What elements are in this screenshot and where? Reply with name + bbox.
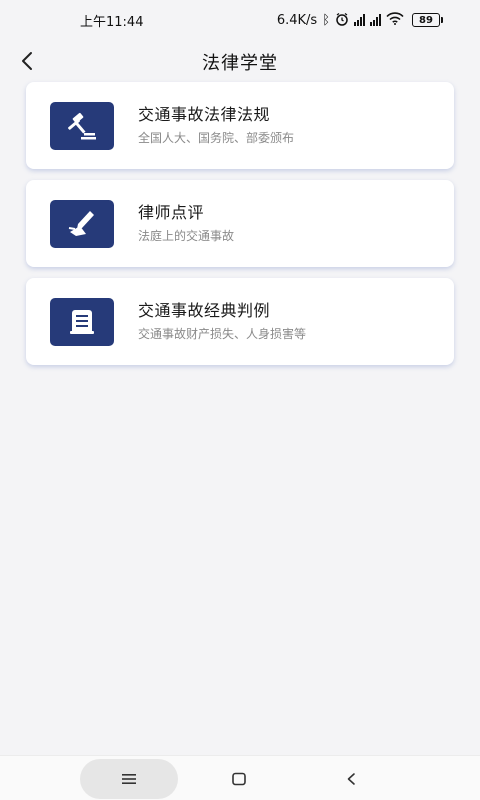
cell-signal-2-icon [370,14,381,26]
menu-icon [122,774,136,784]
card-title: 交通事故经典判例 [138,301,271,320]
card-traffic-laws[interactable]: 交通事故法律法规 全国人大、国务院、部委颁布 [26,82,454,169]
home-square-icon [232,772,246,786]
nav-home-button[interactable] [219,759,259,799]
alarm-icon [335,12,349,29]
status-bar: 上午11:44 6.4K/s ᛒ 89 [0,0,480,40]
back-button[interactable] [14,48,40,74]
app-header: 法律学堂 [0,40,480,84]
network-speed: 6.4K/s [276,12,318,28]
system-nav-bar [0,755,480,800]
card-subtitle: 法庭上的交通事故 [138,229,235,243]
battery-icon: 89 [412,13,443,27]
chevron-left-icon [22,52,32,70]
gavel-icon [50,101,114,150]
cell-signal-icon [354,14,365,26]
course-list: 交通事故法律法规 全国人大、国务院、部委颁布 律师点评 法庭上的交通事故 交通事… [26,82,454,376]
wifi-icon [386,12,404,28]
page-title: 法律学堂 [202,53,278,74]
status-icons: 6.4K/s ᛒ 89 [276,12,443,29]
back-triangle-icon [347,773,355,785]
bluetooth-icon: ᛒ [322,12,330,28]
document-icon [50,297,114,346]
card-classic-cases[interactable]: 交通事故经典判例 交通事故财产损失、人身损害等 [26,278,454,365]
card-lawyer-review[interactable]: 律师点评 法庭上的交通事故 [26,180,454,267]
card-title: 交通事故法律法规 [138,105,271,124]
nav-back-button[interactable] [331,759,371,799]
card-subtitle: 全国人大、国务院、部委颁布 [138,131,295,145]
nav-menu-button[interactable] [80,759,178,799]
status-time: 上午11:44 [80,14,144,30]
card-subtitle: 交通事故财产损失、人身损害等 [138,327,307,341]
pen-comment-icon [50,199,114,248]
card-title: 律师点评 [138,203,205,222]
